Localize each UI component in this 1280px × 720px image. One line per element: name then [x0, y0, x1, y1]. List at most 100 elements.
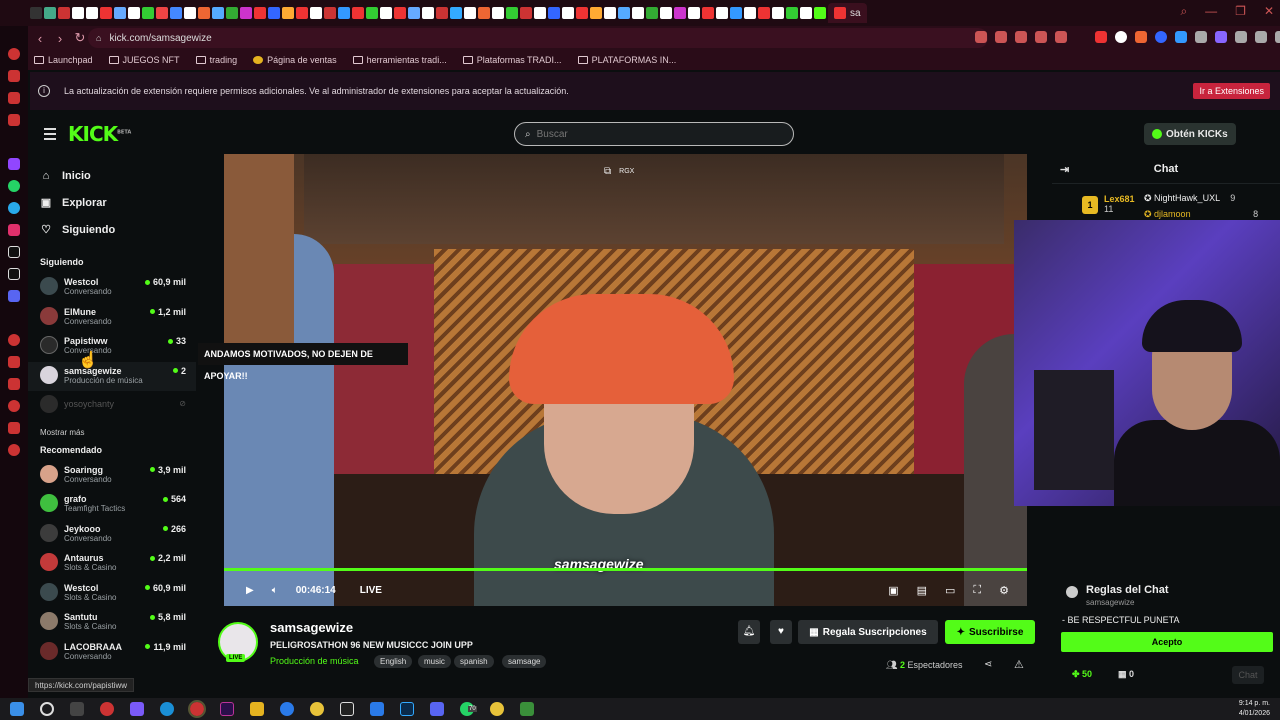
tab-favicon[interactable] — [142, 7, 154, 19]
history-icon[interactable] — [8, 400, 20, 412]
tab-favicon[interactable] — [520, 7, 532, 19]
tab-favicon[interactable] — [86, 7, 98, 19]
sidebar-icon[interactable] — [8, 356, 20, 368]
clip-icon[interactable]: ▣ — [888, 584, 898, 597]
tab-favicon[interactable] — [100, 7, 112, 19]
accept-rules-button[interactable]: Acepto — [1061, 632, 1273, 652]
top-gifter[interactable]: Lex681 11 — [1104, 194, 1135, 214]
tab-favicon[interactable] — [58, 7, 70, 19]
site-info-icon[interactable]: ⌂ — [96, 33, 101, 43]
play-icon[interactable]: ▶ — [246, 585, 254, 596]
whatsapp-icon[interactable] — [8, 180, 20, 192]
sidebar-icon[interactable] — [8, 334, 20, 346]
task-view-icon[interactable] — [70, 702, 84, 716]
tab-favicon[interactable] — [240, 7, 252, 19]
sidebar-icon[interactable] — [8, 378, 20, 390]
forward-icon[interactable]: › — [50, 31, 70, 46]
tab-favicon[interactable] — [562, 7, 574, 19]
bookmark-item[interactable]: PLATAFORMAS IN... — [577, 55, 676, 65]
capcut-icon[interactable] — [340, 702, 354, 716]
following-channel-active[interactable]: samsagewize Producción de música 2 — [28, 361, 196, 391]
tab-favicon[interactable] — [730, 7, 742, 19]
tab-favicon[interactable] — [674, 7, 686, 19]
tab-favicon[interactable] — [44, 7, 56, 19]
kick-logo[interactable]: KICKBETA — [68, 122, 131, 146]
twitch-icon[interactable] — [8, 158, 20, 170]
edge-icon[interactable] — [160, 702, 174, 716]
extension-icon[interactable] — [995, 31, 1007, 43]
tab-favicon[interactable] — [394, 7, 406, 19]
search-input[interactable] — [536, 128, 777, 140]
tab-favicon[interactable] — [310, 7, 322, 19]
search-tabs-icon[interactable]: ⌕ — [1180, 4, 1187, 19]
tab-favicon[interactable] — [366, 7, 378, 19]
live-indicator[interactable]: LIVE — [360, 585, 382, 596]
settings-icon[interactable] — [8, 444, 20, 456]
tab-favicon[interactable] — [380, 7, 392, 19]
nav-explore[interactable]: ▣ Explorar — [28, 189, 196, 216]
recommended-channel[interactable]: Jeykooo Conversando 266 — [28, 520, 196, 550]
gift-subscriptions-button[interactable]: ▦ Regala Suscripciones — [798, 620, 938, 644]
tab-favicon[interactable] — [352, 7, 364, 19]
tab-favicon[interactable] — [282, 7, 294, 19]
recommended-channel[interactable]: grafo Teamfight Tactics 564 — [28, 490, 196, 520]
tab-favicon[interactable] — [646, 7, 658, 19]
get-kicks-button[interactable]: Obtén KICKs — [1144, 123, 1236, 145]
share-icon[interactable]: ⋖ — [984, 659, 992, 670]
sidebar-icon[interactable] — [8, 70, 20, 82]
telegram-icon[interactable] — [8, 202, 20, 214]
tab-favicon[interactable] — [506, 7, 518, 19]
shield-icon[interactable] — [1015, 31, 1027, 43]
extension-icon[interactable] — [1095, 31, 1107, 43]
tab-favicon[interactable] — [478, 7, 490, 19]
sidebar-icon[interactable] — [8, 48, 20, 60]
collapse-chat-icon[interactable]: ⇥ — [1060, 163, 1069, 176]
app-icon[interactable] — [130, 702, 144, 716]
volume-icon[interactable]: 🔈︎ — [272, 585, 278, 596]
address-bar[interactable]: ⌂ kick.com/samsagewize — [88, 28, 988, 48]
top-gifter[interactable]: ✪ djlamoon 8 — [1144, 209, 1258, 220]
restore-icon[interactable]: ❐ — [1235, 4, 1246, 19]
bookmark-item[interactable]: Página de ventas — [253, 55, 337, 65]
search-bar[interactable]: ⌕ — [514, 122, 794, 146]
tab-favicon[interactable] — [702, 7, 714, 19]
instagram-icon[interactable] — [8, 224, 20, 236]
tab-favicon[interactable] — [814, 7, 826, 19]
tiktok-icon[interactable] — [8, 246, 20, 258]
stream-category[interactable]: Producción de música — [270, 656, 359, 666]
tab-favicon[interactable] — [338, 7, 350, 19]
tab-favicon[interactable] — [786, 7, 798, 19]
active-tab[interactable]: sa — [828, 3, 867, 23]
following-channel[interactable]: Papistiww Conversando 33 — [28, 332, 196, 362]
ai-icon[interactable] — [1275, 31, 1280, 43]
extension-icon[interactable] — [1115, 31, 1127, 43]
nav-following[interactable]: ♡ Siguiendo — [28, 216, 196, 243]
tab-favicon[interactable] — [744, 7, 756, 19]
theater-mode-icon[interactable]: ▤ — [917, 584, 927, 597]
play-icon[interactable] — [1035, 31, 1047, 43]
tab-favicon[interactable] — [660, 7, 672, 19]
bookmark-item[interactable]: trading — [195, 55, 237, 65]
bookmark-item[interactable]: herramientas tradi... — [352, 55, 447, 65]
recommended-channel[interactable]: LACOBRAAA Conversando 11,9 mil — [28, 638, 196, 668]
tab-favicon[interactable] — [548, 7, 560, 19]
channel-points[interactable]: ✤ 50 — [1072, 669, 1092, 680]
tab-favicon[interactable] — [268, 7, 280, 19]
premiere-icon[interactable] — [220, 702, 234, 716]
tab-favicon[interactable] — [618, 7, 630, 19]
nav-home[interactable]: ⌂ Inicio — [28, 162, 196, 189]
tab-favicon[interactable] — [604, 7, 616, 19]
search-icon[interactable] — [40, 702, 54, 716]
tab-favicon[interactable] — [170, 7, 182, 19]
tab-favicon[interactable] — [758, 7, 770, 19]
tab-favicon[interactable] — [156, 7, 168, 19]
follow-heart-icon[interactable]: ♥ — [770, 620, 792, 644]
stream-tag[interactable]: spanish — [454, 655, 494, 668]
stream-tag[interactable]: music — [418, 655, 451, 668]
photoshop-icon[interactable] — [400, 702, 414, 716]
menu-icon[interactable] — [44, 128, 56, 143]
recommended-channel[interactable]: Westcol Slots & Casino 60,9 mil — [28, 579, 196, 609]
sidebar-icon[interactable] — [8, 422, 20, 434]
discord-icon[interactable] — [430, 702, 444, 716]
following-channel[interactable]: Westcol Conversando 60,9 mil — [28, 273, 196, 303]
